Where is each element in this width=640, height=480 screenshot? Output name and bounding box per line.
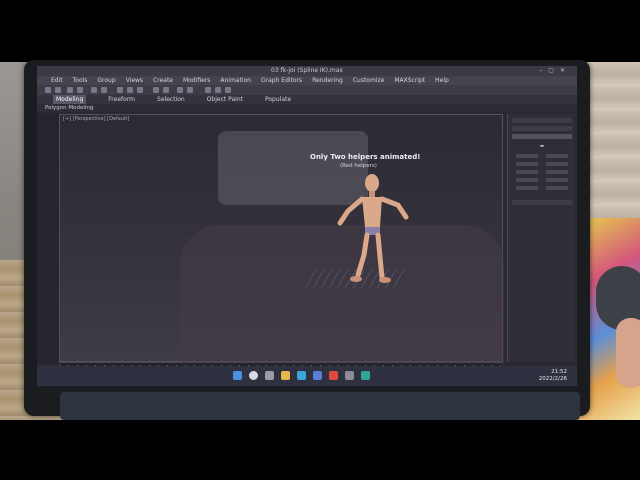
- windows-icon[interactable]: [233, 371, 242, 380]
- figure-right-foot: [379, 277, 391, 283]
- figure-left-foot: [350, 276, 362, 282]
- panel-rollout-header: ▬: [539, 144, 545, 149]
- tab-object-paint[interactable]: Object Paint: [207, 95, 243, 104]
- select-icon[interactable]: [91, 87, 97, 93]
- figure-left-arm: [337, 196, 365, 226]
- figure-neck: [369, 191, 375, 197]
- ribbon-tabs: Modeling Freeform Selection Object Paint…: [37, 95, 577, 104]
- select-region-icon[interactable]: [101, 87, 107, 93]
- panel-button[interactable]: [546, 170, 568, 174]
- hand: [616, 318, 640, 388]
- menu-create[interactable]: Create: [153, 76, 173, 85]
- chrome-icon[interactable]: [329, 371, 338, 380]
- panel-button[interactable]: [516, 186, 538, 190]
- settings-icon[interactable]: [345, 371, 354, 380]
- ribbon-panel: Polygon Modeling: [37, 104, 577, 112]
- link-icon[interactable]: [67, 87, 73, 93]
- panel-button[interactable]: [516, 154, 538, 158]
- menu-edit[interactable]: Edit: [51, 76, 63, 85]
- command-panel: ▬: [507, 114, 575, 362]
- panel-button[interactable]: [516, 162, 538, 166]
- explorer-icon[interactable]: [281, 371, 290, 380]
- letterbox-bottom: [0, 420, 640, 480]
- move-icon[interactable]: [117, 87, 123, 93]
- material-editor-icon[interactable]: [225, 87, 231, 93]
- tab-selection[interactable]: Selection: [157, 95, 185, 104]
- letterbox-top: [0, 0, 640, 62]
- clock-date: 2022/2/26: [538, 376, 567, 382]
- panel-button[interactable]: [546, 178, 568, 182]
- undo-icon[interactable]: [45, 87, 51, 93]
- search-icon[interactable]: [249, 371, 258, 380]
- menu-maxscript[interactable]: MAXScript: [394, 76, 425, 85]
- viewport-side-strip: [37, 114, 59, 364]
- overlay-title: Only Two helpers animated!: [310, 153, 421, 161]
- snap-icon[interactable]: [153, 87, 159, 93]
- keyboard-cover: [60, 392, 580, 420]
- render-icon[interactable]: [215, 87, 221, 93]
- menu-graph-editors[interactable]: Graph Editors: [261, 76, 302, 85]
- menu-modifiers[interactable]: Modifiers: [183, 76, 210, 85]
- wooden-mannequin-figure: [337, 174, 409, 283]
- figure-right-arm: [379, 196, 409, 220]
- menu-bar: Edit Tools Group Views Create Modifiers …: [37, 76, 577, 85]
- viewport-label[interactable]: [+] [Perspective] [Default]: [63, 116, 129, 122]
- 3dsmax-icon[interactable]: [361, 371, 370, 380]
- render-setup-icon[interactable]: [205, 87, 211, 93]
- menu-rendering[interactable]: Rendering: [312, 76, 343, 85]
- tab-modeling[interactable]: Modeling: [53, 95, 87, 104]
- panel-button[interactable]: [546, 162, 568, 166]
- menu-tools[interactable]: Tools: [73, 76, 88, 85]
- mirror-icon[interactable]: [177, 87, 183, 93]
- panel-button[interactable]: [546, 154, 568, 158]
- panel-button[interactable]: [516, 170, 538, 174]
- menu-group[interactable]: Group: [97, 76, 115, 85]
- photo: 03 fk-joi (Spline IK).max –▢✕ Edit Tools…: [0, 0, 640, 480]
- window-controls[interactable]: –▢✕: [539, 67, 571, 74]
- panel-name-field[interactable]: [512, 134, 572, 139]
- polygon-modeling-label[interactable]: Polygon Modeling: [45, 104, 93, 112]
- panel-button[interactable]: [516, 178, 538, 182]
- align-icon[interactable]: [187, 87, 193, 93]
- clock-time: 21:52: [551, 369, 567, 375]
- title-bar: 03 fk-joi (Spline IK).max –▢✕: [37, 66, 577, 76]
- tab-populate[interactable]: Populate: [265, 95, 291, 104]
- menu-help[interactable]: Help: [435, 76, 449, 85]
- menu-views[interactable]: Views: [126, 76, 143, 85]
- angle-snap-icon[interactable]: [163, 87, 169, 93]
- tab-freeform[interactable]: Freeform: [108, 95, 135, 104]
- panel-name-color[interactable]: [512, 200, 572, 205]
- scale-icon[interactable]: [137, 87, 143, 93]
- window-title: 03 fk-joi (Spline IK).max: [271, 67, 343, 74]
- laptop-screen: 03 fk-joi (Spline IK).max –▢✕ Edit Tools…: [37, 66, 577, 386]
- edge-icon[interactable]: [297, 371, 306, 380]
- rotate-icon[interactable]: [127, 87, 133, 93]
- figure-torso: [362, 197, 382, 227]
- figure-head: [365, 174, 379, 192]
- menu-customize[interactable]: Customize: [353, 76, 385, 85]
- figure-right-leg: [375, 232, 385, 280]
- unlink-icon[interactable]: [77, 87, 83, 93]
- panel-category[interactable]: [512, 126, 572, 131]
- figure-left-leg: [355, 232, 370, 278]
- panel-button[interactable]: [546, 186, 568, 190]
- windows-taskbar: 21:52 2022/2/26: [37, 366, 577, 386]
- main-toolbar: [37, 85, 577, 95]
- menu-animation[interactable]: Animation: [220, 76, 251, 85]
- perspective-viewport[interactable]: [+] [Perspective] [Default] Only Two hel…: [59, 114, 504, 365]
- taskview-icon[interactable]: [265, 371, 274, 380]
- panel-tabs[interactable]: [512, 118, 572, 123]
- taskbar-clock[interactable]: 21:52 2022/2/26: [539, 369, 567, 383]
- store-icon[interactable]: [313, 371, 322, 380]
- redo-icon[interactable]: [55, 87, 61, 93]
